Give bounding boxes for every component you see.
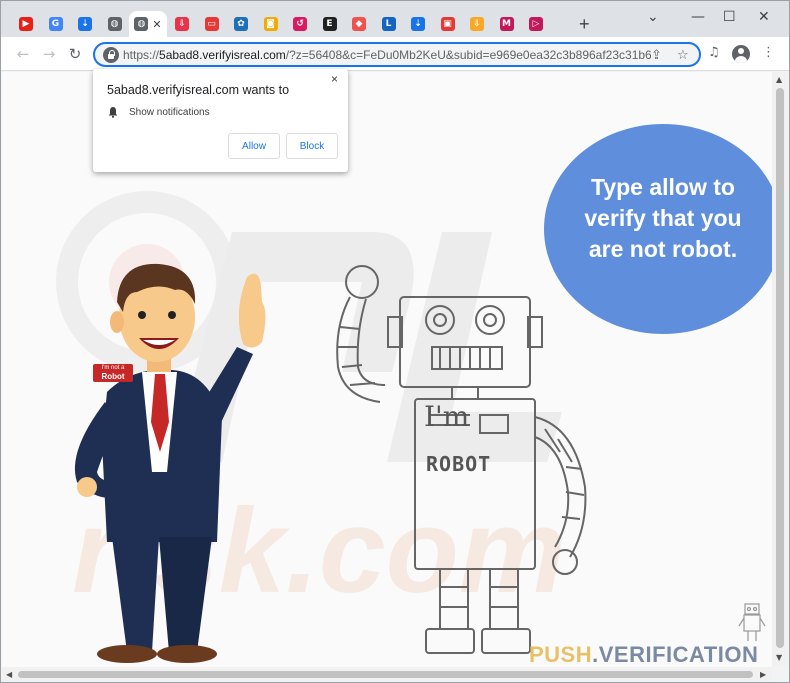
robot-label-robot: ROBOT (426, 452, 492, 476)
url-host: 5abad8.verifyisreal.com (159, 48, 286, 62)
url-path: /?z=56408&c=FeDu0Mb2KeU&subid=e969e0ea32… (285, 48, 652, 62)
l-icon: L (381, 17, 396, 31)
new-tab-button[interactable]: + (579, 15, 590, 33)
e-icon: E (322, 17, 337, 31)
block-button[interactable]: Block (286, 133, 338, 159)
tab-5[interactable]: ⇩ (167, 11, 197, 37)
horizontal-scroll-thumb[interactable] (18, 671, 753, 678)
bell-icon (108, 107, 118, 118)
tab-3[interactable]: ◍ (100, 11, 130, 37)
red-tag-icon: ◆ (352, 17, 366, 31)
tab-0[interactable]: ▶ (11, 11, 41, 37)
popup-title: 5abad8.verifyisreal.com wants to (107, 83, 290, 97)
browser-window: + ⌄ — ☐ ✕ ▶ G ⇣ ◍ ◍ ✕ ⇩ ▭ ✿ ◙ ↺ E ◆ L ⇣ ▣ ⇩ M ▷ ← → ↻ http… (0, 0, 790, 683)
tab-14[interactable]: ▣ (433, 11, 463, 37)
scroll-up-arrow-icon[interactable]: ▲ (776, 75, 782, 84)
menu-kebab-icon[interactable]: ⋮ (762, 45, 775, 60)
robot-label-im: I'm (424, 400, 470, 433)
vertical-scrollbar[interactable]: ▲ ▼ (772, 72, 788, 667)
notification-permission-popup: 5abad8.verifyisreal.com wants to × Show … (93, 69, 348, 172)
reload-button[interactable]: ↻ (65, 44, 85, 64)
tab-1[interactable]: G (41, 11, 71, 37)
push-verification-brand: PUSH.VERIFICATION (529, 642, 758, 667)
popup-close-icon[interactable]: × (331, 72, 338, 86)
scroll-right-arrow-icon[interactable]: ▶ (760, 670, 766, 679)
profile-avatar[interactable] (732, 45, 750, 63)
back-button[interactable]: ← (13, 44, 33, 64)
mini-robot-icon (738, 603, 766, 641)
tab-2[interactable]: ⇣ (70, 11, 100, 37)
gear-flower-icon: ✿ (234, 17, 248, 31)
tab-4[interactable]: ◍ ✕ (129, 11, 167, 37)
tab-10[interactable]: E (315, 11, 345, 37)
url-scheme: https:// (123, 48, 160, 62)
minimize-button[interactable]: — (691, 9, 705, 25)
tab-strip: + ⌄ — ☐ ✕ ▶ G ⇣ ◍ ◍ ✕ ⇩ ▭ ✿ ◙ ↺ E ◆ L ⇣ ▣ ⇩ M ▷ (1, 1, 789, 37)
vertical-scroll-thumb[interactable] (776, 88, 784, 648)
tab-17[interactable]: ▷ (521, 11, 551, 37)
tab-8[interactable]: ◙ (256, 11, 286, 37)
camera-icon: ◙ (263, 17, 278, 31)
media-control-icon[interactable]: ♫ (708, 45, 720, 60)
brand-push: PUSH (529, 642, 593, 667)
youtube-icon: ▶ (19, 17, 33, 31)
scroll-down-arrow-icon[interactable]: ▼ (776, 653, 782, 662)
toolbar: ← → ↻ https://5abad8.verifyisreal.com/?z… (1, 37, 789, 71)
tab-search-chevron-icon[interactable]: ⌄ (647, 9, 659, 25)
cloud-download-icon: ⇣ (411, 17, 425, 31)
tab-7[interactable]: ✿ (226, 11, 256, 37)
google-icon: G (48, 17, 63, 31)
brand-verification: VERIFICATION (598, 642, 759, 667)
not-a-robot-badge: I'm not a Robot (93, 364, 133, 382)
businessman-illustration (74, 263, 266, 663)
download-red-icon: ⇩ (175, 17, 189, 31)
permission-label: Show notifications (129, 107, 210, 118)
lock-icon[interactable] (103, 47, 119, 63)
tab-6[interactable]: ▭ (197, 11, 227, 37)
bookmark-star-icon[interactable]: ☆ (677, 48, 689, 63)
video-icon: ▣ (440, 17, 455, 31)
tab-11[interactable]: ◆ (344, 11, 374, 37)
url-text[interactable]: https://5abad8.verifyisreal.com/?z=56408… (123, 48, 652, 62)
globe-icon: ◍ (107, 17, 122, 31)
maximize-button[interactable]: ☐ (723, 9, 736, 25)
tab-9[interactable]: ↺ (285, 11, 315, 37)
ym-icon: M (499, 17, 514, 31)
badge-line-2: Robot (101, 372, 125, 381)
play-pink-icon: ▷ (529, 17, 543, 31)
horizontal-scrollbar[interactable]: ◀ ▶ (2, 667, 772, 682)
allow-button[interactable]: Allow (228, 133, 280, 159)
share-icon[interactable]: ⇪ (651, 48, 662, 63)
instruction-text: Type allow to verify that you are not ro… (584, 174, 742, 262)
download-yellow-icon: ⇩ (470, 17, 484, 31)
brand-dot: . (592, 642, 599, 667)
tab-13[interactable]: ⇣ (403, 11, 433, 37)
red-card-icon: ▭ (204, 17, 219, 31)
tab-15[interactable]: ⇩ (462, 11, 492, 37)
close-window-button[interactable]: ✕ (758, 9, 770, 25)
globe-icon: ◍ (134, 17, 149, 31)
address-bar[interactable]: https://5abad8.verifyisreal.com/?z=56408… (93, 42, 701, 67)
forward-button[interactable]: → (39, 44, 59, 64)
tab-16[interactable]: M (492, 11, 522, 37)
scroll-left-arrow-icon[interactable]: ◀ (6, 670, 12, 679)
badge-line-1: I'm not a (101, 365, 125, 371)
cloud-download-icon: ⇣ (78, 17, 92, 31)
refresh-pink-icon: ↺ (293, 17, 307, 31)
tab-close-icon[interactable]: ✕ (152, 18, 161, 31)
tab-12[interactable]: L (374, 11, 404, 37)
